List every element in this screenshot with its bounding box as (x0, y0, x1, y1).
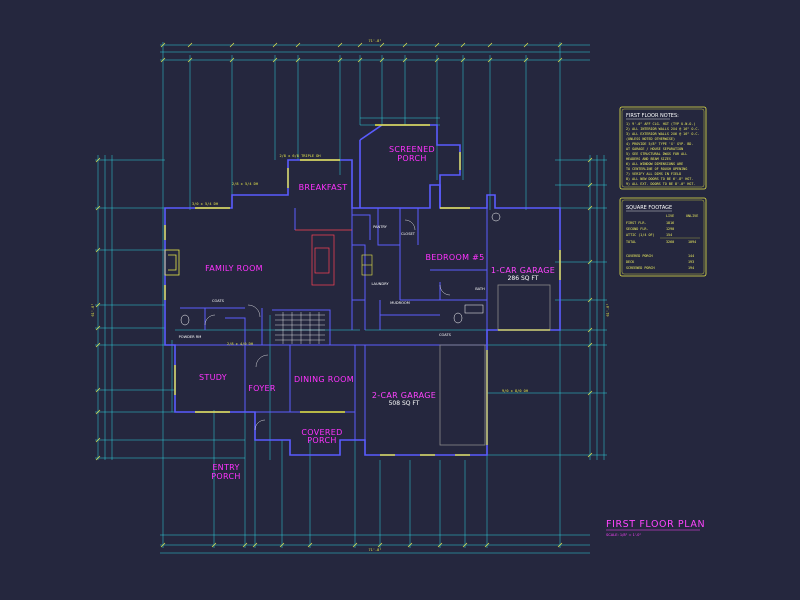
room-2car-garage-area: 508 SQ FT (389, 400, 420, 407)
footage-row-unlive: 144 (688, 254, 694, 258)
footage-row-label: ATTIC (1/4 OF) (626, 233, 655, 237)
dimension-ticks (96, 43, 592, 547)
footage-row-label: SCREENED PORCH (626, 266, 655, 270)
footage-col-live: LIVE (666, 214, 674, 218)
first-floor-notes: FIRST FLOOR NOTES: 1) 9'-0" AFF CLG. HGT… (620, 107, 706, 189)
note-line: 3) ALL EXTERIOR WALLS 2X6 @ 16" O.C. (626, 132, 700, 136)
drawing-title: FIRST FLOOR PLAN (606, 519, 705, 530)
room-entry-porch-1: ENTRY (212, 463, 239, 472)
notes-title: FIRST FLOOR NOTES: (626, 113, 679, 119)
drawing-title-block: FIRST FLOOR PLAN SCALE: 1/8" = 1'-0" (606, 519, 705, 537)
note-line: 5) SEE STRUCTURAL DWGS FOR ALL (626, 152, 687, 156)
footage-col-unlive: UNLIVE (686, 214, 698, 218)
room-foyer: FOYER (248, 384, 276, 393)
room-coats: COATS (212, 299, 225, 303)
note-line: 4) PROVIDE 5/8" TYPE 'X' GYP. BD. (626, 142, 693, 146)
stair (275, 312, 325, 344)
note-line: 6) ALL WINDOW DIMENSIONS ARE (626, 162, 683, 166)
callout-4: 2/8 x 4/0 DH (227, 342, 253, 346)
callout-2: 2/8 x 5/4 DH (232, 182, 258, 186)
overall-dim-bottom: 71'-8" (369, 548, 382, 552)
note-line: 7) VERIFY ALL DIMS IN FIELD (626, 172, 681, 176)
note-line: 8) ALL NEW DOORS TO BE 6'-8" HGT. (626, 177, 693, 181)
drawing-scale: SCALE: 1/8" = 1'-0" (606, 533, 641, 537)
room-covered-porch-2: PORCH (307, 436, 336, 445)
footage-row-unlive: 1094 (688, 240, 696, 244)
room-screened-porch-2: PORCH (397, 154, 426, 163)
windows (165, 125, 560, 455)
overall-dim-left: 61'-0" (91, 304, 95, 317)
overall-dim-right: 61'-0" (606, 304, 610, 317)
footage-row-label: COVERED PORCH (626, 254, 653, 258)
callout-1: 2/8 x 6/8 TRIPLE DH (279, 154, 320, 158)
footage-row-unlive: 193 (688, 260, 694, 264)
room-bedroom-5: BEDROOM #5 (425, 253, 484, 262)
note-line: 1) 9'-0" AFF CLG. HGT (TYP U.N.O.) (626, 122, 695, 126)
callout-5: 9/0 x 8/0 OH (502, 389, 528, 393)
footage-row-live: 3260 (666, 240, 674, 244)
room-coats-2: COATS (439, 333, 452, 337)
kitchen-range (362, 255, 372, 275)
callout-3: 3/0 x 5/4 DH (192, 202, 218, 206)
footage-title: SQUARE FOOTAGE (626, 205, 672, 211)
room-screened-porch-1: SCREENED (389, 145, 435, 154)
kitchen-fixtures (295, 230, 352, 285)
room-2car-garage: 2-CAR GARAGE (372, 391, 436, 400)
room-closet: CLOSET (401, 232, 416, 236)
room-breakfast: BREAKFAST (299, 183, 348, 192)
note-line: HEADERS AND BEAM SIZES (626, 157, 671, 161)
room-laundry: LAUNDRY (371, 282, 389, 286)
square-footage-table: SQUARE FOOTAGE LIVE UNLIVE FIRST FLR. 18… (620, 198, 706, 276)
garage-doors (440, 285, 550, 445)
floor-plan-drawing: 71'-8" 71'-8" 61'-0" 61'-0" (0, 0, 800, 600)
room-1car-garage: 1-CAR GARAGE (491, 266, 555, 275)
room-entry-porch-2: PORCH (211, 472, 240, 481)
footage-row-unlive: 194 (688, 266, 694, 270)
footage-row-label: SECOND FLR. (626, 227, 648, 231)
room-dining-room: DINING ROOM (294, 375, 354, 384)
room-mudroom: MUDROOM (390, 301, 410, 305)
room-pantry: PANTRY (373, 225, 388, 229)
note-line: 9) ALL EXT. DOORS TO BE 8'-0" HGT. (626, 182, 695, 186)
room-family-room: FAMILY ROOM (205, 264, 263, 273)
room-1car-garage-area: 286 SQ FT (508, 275, 539, 282)
exterior-walls (165, 125, 560, 455)
room-powder: POWDER RM (179, 335, 202, 339)
room-study: STUDY (199, 373, 227, 382)
fireplace (165, 250, 179, 275)
note-line: 2) ALL INTERIOR WALLS 2X4 @ 16" O.C. (626, 127, 700, 131)
footage-row-label: DECK (626, 260, 635, 264)
footage-row-label: TOTAL (626, 240, 636, 244)
overall-dim-top: 71'-8" (369, 39, 382, 43)
footage-row-live: 154 (666, 233, 672, 237)
footage-row-live: 1816 (666, 221, 674, 225)
footage-row-label: FIRST FLR. (626, 221, 646, 225)
room-bath: BATH (475, 287, 485, 291)
footage-row-live: 1290 (666, 227, 674, 231)
note-line: TO CENTERLINE OF ROUGH OPENING (626, 167, 687, 171)
dimension-lines (95, 42, 607, 553)
dimension-text: 71'-8" 71'-8" 61'-0" 61'-0" (91, 39, 610, 552)
note-line: (UNLESS NOTED OTHERWISE) (626, 137, 675, 141)
note-line: AT GARAGE / HOUSE SEPARATION (626, 147, 683, 151)
